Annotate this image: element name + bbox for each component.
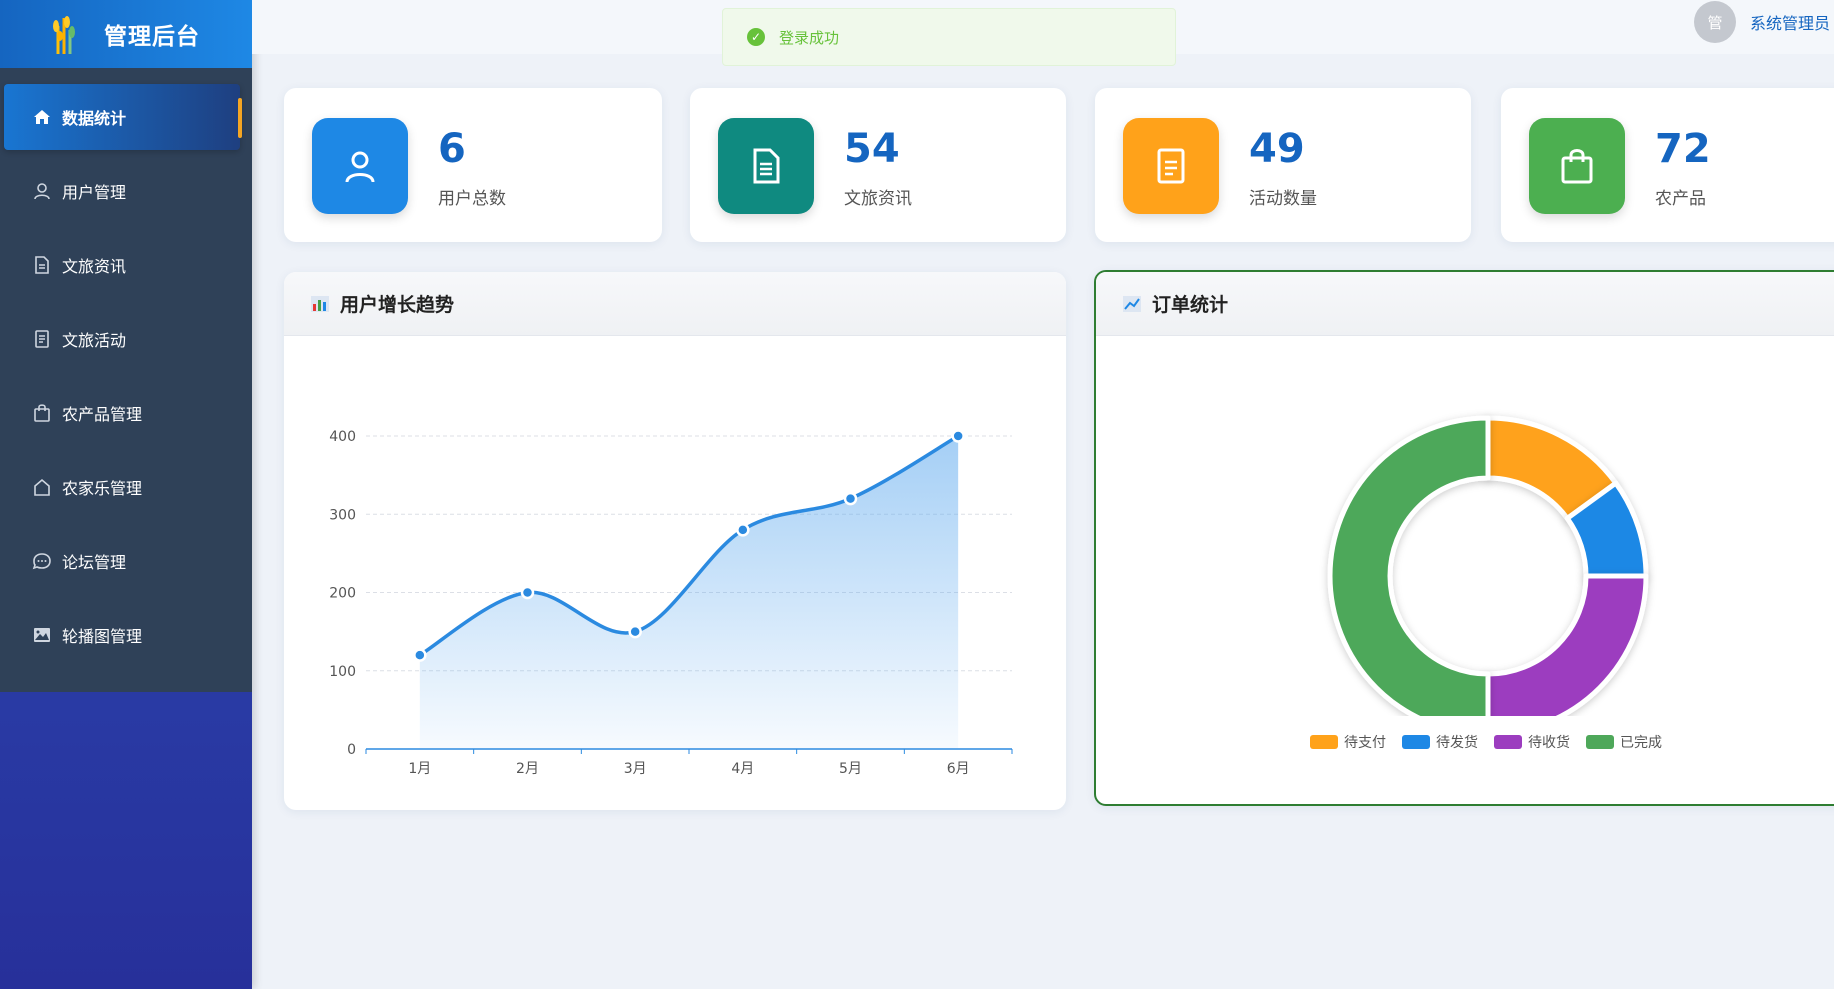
list-icon [1123,118,1219,214]
image-icon [32,625,52,645]
sidebar-item-label: 农家乐管理 [62,479,143,498]
chart-legend: 待支付 待发货 待收货 已完成 [1310,732,1662,752]
legend-label: 已完成 [1620,735,1662,751]
sidebar-item-farmhouse[interactable]: 农家乐管理 [0,454,252,520]
user-growth-chart: 0 100 200 300 400 1月 2月 3月 4月 5月 6月 [329,429,1013,777]
data-point [843,491,858,506]
y-tick-label: 400 [329,429,356,445]
sidebar-item-culture-activities[interactable]: 文旅活动 [0,306,252,372]
legend-swatch [1586,735,1614,749]
sidebar-menu: 数据统计 用户管理 文旅资讯 文旅活动 农产品管理 农家乐管理 论坛管理 轮播图… [0,68,252,692]
x-tick-label: 3月 [624,761,647,777]
legend-swatch [1494,735,1522,749]
user-icon [32,181,52,201]
order-donut-chart [1327,415,1649,737]
sidebar-item-users[interactable]: 用户管理 [0,158,252,224]
data-point [520,585,535,600]
x-tick-label: 5月 [839,761,862,777]
user-icon [312,118,408,214]
panel-header: 订单统计 [1096,272,1834,336]
donut-slice [1327,415,1491,737]
legend-label: 待发货 [1436,735,1478,751]
stat-card-users[interactable]: 6 用户总数 [284,88,662,242]
sidebar-item-label: 用户管理 [62,183,127,202]
wheat-logo-icon [53,16,75,54]
sidebar-item-label: 文旅活动 [62,331,127,350]
sidebar-item-culture-news[interactable]: 文旅资讯 [0,232,252,298]
panel-header: 用户增长趋势 [284,272,1066,336]
y-tick-label: 300 [329,507,356,523]
stat-value: 6 [438,126,466,172]
data-point [951,429,965,443]
y-tick-label: 200 [329,586,356,602]
legend-item[interactable]: 待收货 [1494,732,1570,752]
order-stats-panel: 订单统计 待支付 待发货 待收货 已完成 [1094,270,1834,806]
legend-swatch [1310,735,1338,749]
bar-chart-icon [310,294,330,314]
stat-card-farm-products[interactable]: 72 农产品 [1501,88,1834,242]
app-title: 管理后台 [104,24,200,50]
stat-label: 文旅资讯 [844,189,912,209]
sidebar-item-label: 论坛管理 [62,553,127,572]
stat-value: 54 [844,126,900,172]
user-growth-panel: 用户增长趋势 0 100 200 300 400 1月 2月 3月 4月 5月 6月 [284,272,1066,810]
x-tick-label: 4月 [731,761,754,777]
shopping-bag-icon [32,403,52,423]
sidebar-item-label: 轮播图管理 [62,627,143,646]
sidebar-item-label: 文旅资讯 [62,257,127,276]
legend-item[interactable]: 待支付 [1310,732,1386,752]
sidebar-item-carousel[interactable]: 轮播图管理 [0,602,252,668]
x-tick-label: 2月 [516,761,539,777]
sidebar-item-forum[interactable]: 论坛管理 [0,528,252,594]
stat-label: 农产品 [1655,189,1706,209]
sidebar-item-label: 数据统计 [62,109,127,128]
y-tick-label: 100 [329,664,356,680]
legend-label: 待收货 [1528,735,1570,751]
panel-title: 订单统计 [1152,294,1229,316]
document-icon [718,118,814,214]
user-name[interactable]: 系统管理员 [1750,10,1834,34]
app-root: 管理后台 数据统计 用户管理 文旅资讯 文旅活动 农产品管理 农家乐管理 论坛管… [0,0,1834,989]
legend-swatch [1402,735,1430,749]
shopping-bag-icon [1529,118,1625,214]
line-chart-icon [1122,294,1142,314]
sidebar-item-data-stats[interactable]: 数据统计 [4,84,242,150]
legend-label: 待支付 [1344,735,1386,751]
sidebar-item-label: 农产品管理 [62,405,143,424]
home-icon [32,107,52,127]
data-point [628,624,642,639]
list-icon [32,329,52,349]
sidebar-logo[interactable]: 管理后台 [0,0,252,68]
stat-label: 活动数量 [1249,189,1317,209]
data-point [413,648,427,662]
donut-slice [1485,573,1649,737]
sidebar: 管理后台 数据统计 用户管理 文旅资讯 文旅活动 农产品管理 农家乐管理 论坛管… [0,0,252,989]
panel-title: 用户增长趋势 [340,294,455,316]
legend-item[interactable]: 已完成 [1586,732,1662,752]
stat-value: 72 [1655,126,1711,172]
house-icon [32,477,52,497]
check-circle-icon: ✓ [747,28,765,46]
avatar[interactable]: 管 [1693,1,1736,43]
stat-label: 用户总数 [438,189,506,209]
document-icon [32,255,52,275]
toast-message: 登录成功 [779,28,840,47]
legend-item[interactable]: 待发货 [1402,732,1478,752]
chat-icon [32,551,52,571]
sidebar-item-farm-products[interactable]: 农产品管理 [0,380,252,446]
x-tick-label: 6月 [947,761,970,777]
stat-value: 49 [1249,126,1305,172]
user-menu[interactable]: 管 系统管理员 [1693,0,1834,44]
login-success-toast: ✓ 登录成功 [722,8,1176,66]
y-tick-label: 0 [347,742,356,758]
stat-card-activities[interactable]: 49 活动数量 [1095,88,1471,242]
data-point [736,523,750,537]
x-tick-label: 1月 [408,761,431,777]
stat-card-culture-news[interactable]: 54 文旅资讯 [690,88,1066,242]
